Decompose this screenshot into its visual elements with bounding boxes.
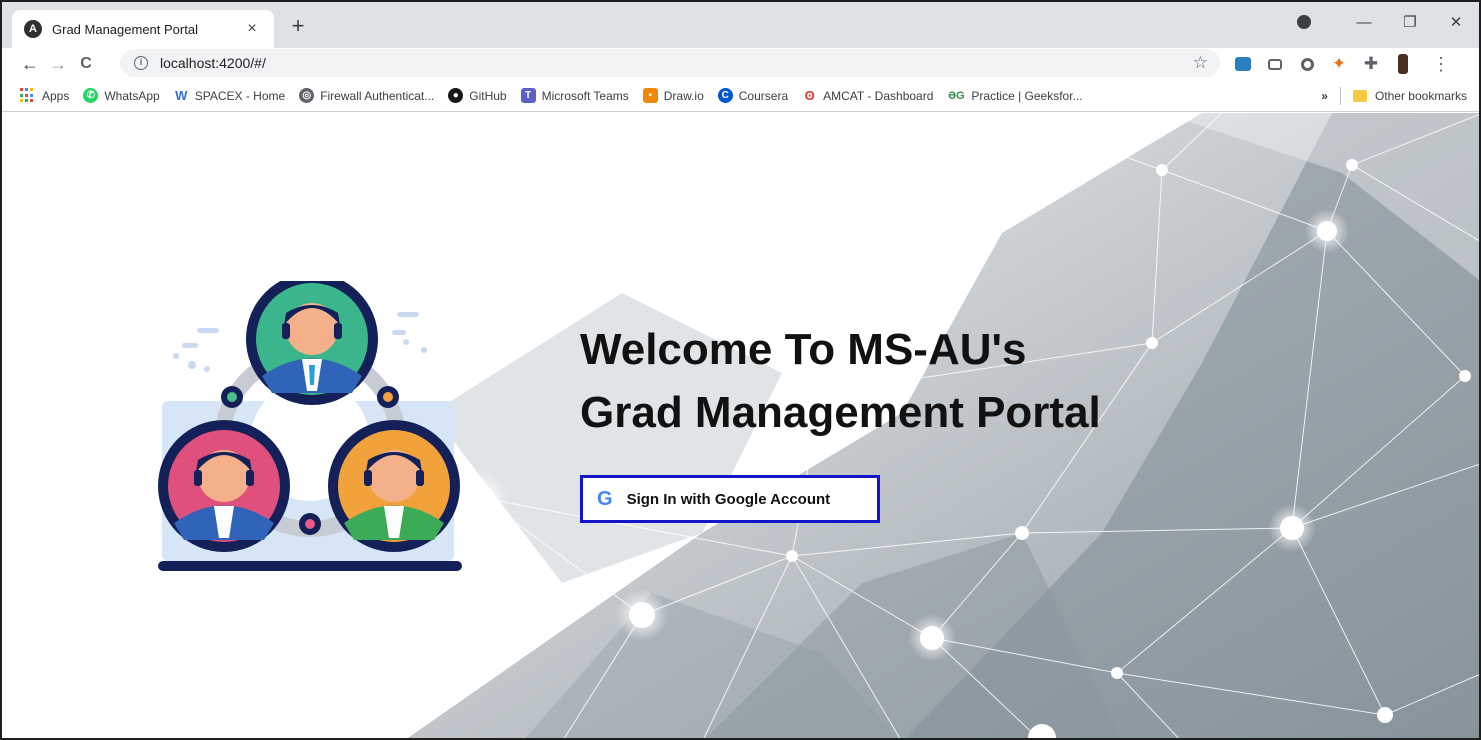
- other-bookmarks[interactable]: Other bookmarks: [1375, 89, 1467, 103]
- apps-grid-icon: [20, 88, 35, 103]
- bookmark-drawio[interactable]: ▪ Draw.io: [642, 88, 704, 103]
- browser-window: A Grad Management Portal × + — ❐ ✕ ← → C…: [0, 0, 1481, 740]
- window-controls: — ❐ ✕: [1297, 2, 1479, 42]
- url-text[interactable]: localhost:4200/#/: [160, 55, 1193, 71]
- heading-line-1: Welcome To MS-AU's: [580, 325, 1027, 374]
- bookmark-label: Practice | Geeksfor...: [971, 88, 1083, 103]
- geeksforgeeks-icon: ƏG: [948, 89, 965, 102]
- bookmark-label: Draw.io: [663, 88, 704, 103]
- reload-button[interactable]: C: [72, 55, 100, 73]
- bookmark-teams[interactable]: T Microsoft Teams: [520, 88, 629, 103]
- bookmark-coursera[interactable]: C Coursera: [717, 88, 789, 103]
- bookmark-label: Microsoft Teams: [541, 88, 629, 103]
- drawio-icon: ▪: [642, 88, 658, 103]
- bookmarks-right: » Other bookmarks: [1321, 80, 1467, 112]
- angular-icon: A: [24, 20, 42, 38]
- bookmark-geeksforgeeks[interactable]: ƏG Practice | Geeksfor...: [947, 88, 1082, 103]
- signin-label: Sign In with Google Account: [626, 490, 831, 508]
- team-illustration: [158, 281, 462, 571]
- bookmark-label: GitHub: [469, 88, 507, 103]
- github-icon: ●: [448, 88, 464, 103]
- spacex-icon: W: [175, 88, 188, 103]
- tab-strip: A Grad Management Portal × + — ❐ ✕: [2, 2, 1479, 48]
- bookmark-label: Firewall Authenticat...: [320, 88, 435, 103]
- new-tab-button[interactable]: +: [285, 14, 311, 40]
- close-tab-icon[interactable]: ×: [242, 20, 262, 38]
- bookmarks-overflow-button[interactable]: »: [1321, 89, 1328, 103]
- puzzle-extensions-icon[interactable]: ✚: [1358, 51, 1384, 77]
- camera-extension-icon[interactable]: [1262, 51, 1288, 77]
- close-window-button[interactable]: ✕: [1433, 13, 1479, 31]
- bookmark-label: Apps: [42, 88, 70, 103]
- profile-avatar-icon[interactable]: [1390, 51, 1416, 77]
- bookmark-firewall[interactable]: ◎ Firewall Authenticat...: [299, 88, 434, 103]
- bookmark-star-icon[interactable]: ☆: [1193, 53, 1208, 73]
- bookmark-whatsapp[interactable]: ✆ WhatsApp: [83, 88, 160, 103]
- restore-button[interactable]: ❐: [1387, 13, 1433, 31]
- bookmark-label: WhatsApp: [104, 88, 160, 103]
- page-content: Welcome To MS-AU's Grad Management Porta…: [2, 113, 1479, 738]
- minimize-button[interactable]: —: [1341, 14, 1387, 31]
- site-info-icon[interactable]: i: [134, 56, 148, 70]
- heading-line-2: Grad Management Portal: [580, 388, 1101, 437]
- forward-button[interactable]: →: [44, 54, 72, 75]
- browser-toolbar: ← → C i localhost:4200/#/ ☆ ✦ ✚ ⋮: [2, 48, 1479, 80]
- browser-menu-icon[interactable]: ⋮: [1428, 51, 1454, 77]
- google-icon: G: [597, 487, 613, 510]
- teams-icon: T: [520, 88, 536, 103]
- bookmark-label: SPACEX - Home: [194, 88, 286, 103]
- globe-icon: ◎: [299, 88, 315, 103]
- bookmark-github[interactable]: ● GitHub: [448, 88, 507, 103]
- bookmark-amcat[interactable]: ʘ AMCAT - Dashboard: [802, 88, 934, 103]
- address-bar[interactable]: i localhost:4200/#/ ☆: [120, 49, 1220, 77]
- folder-icon: [1352, 90, 1367, 102]
- google-signin-button[interactable]: G Sign In with Google Account: [580, 475, 880, 523]
- extensions-area: ✦ ✚ ⋮: [1230, 48, 1460, 80]
- tab-title: Grad Management Portal: [52, 21, 198, 37]
- coursera-icon: C: [717, 88, 733, 103]
- circle-extension-icon[interactable]: [1294, 51, 1320, 77]
- amcat-icon: ʘ: [804, 88, 815, 103]
- profile-icon[interactable]: [1297, 15, 1311, 29]
- bookmarks-divider: [1339, 87, 1341, 105]
- metamask-icon[interactable]: ✦: [1326, 51, 1352, 77]
- bookmark-label: AMCAT - Dashboard: [823, 88, 934, 103]
- whatsapp-icon: ✆: [83, 88, 99, 103]
- bookmarks-bar: Apps ✆ WhatsApp W SPACEX - Home ◎ Firewa…: [2, 80, 1479, 112]
- tab-grad-management-portal[interactable]: A Grad Management Portal ×: [12, 10, 274, 48]
- bookmark-spacex[interactable]: W SPACEX - Home: [174, 88, 285, 103]
- bookmark-label: Coursera: [738, 88, 789, 103]
- drive-extension-icon[interactable]: [1230, 51, 1256, 77]
- bookmark-apps[interactable]: Apps: [20, 88, 69, 103]
- welcome-heading: Welcome To MS-AU's Grad Management Porta…: [580, 318, 1101, 444]
- back-button[interactable]: ←: [16, 54, 44, 75]
